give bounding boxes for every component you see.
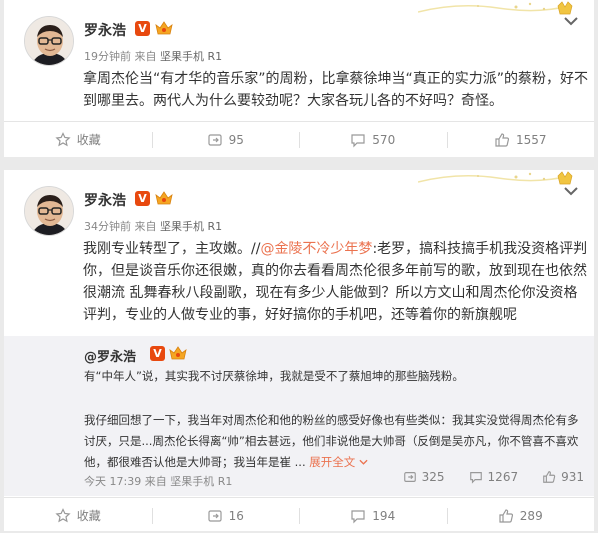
verified-badge-icon: V (135, 191, 150, 206)
post-source[interactable]: 坚果手机 R1 (160, 50, 222, 63)
repost-repost-button[interactable]: 325 (403, 470, 445, 484)
from-label: 来自 (134, 220, 157, 233)
post-meta: 19分钟前 来自 坚果手机 R1 (84, 48, 222, 64)
from-label: 来自 (134, 50, 157, 63)
thumbs-up-icon (499, 508, 513, 523)
post-text-lead: 我刚专业转型了，主攻嫩。// (83, 241, 261, 257)
username[interactable]: 罗永浩 (84, 190, 126, 210)
festive-decoration-icon (418, 1, 573, 15)
vip-crown-icon (155, 21, 173, 35)
like-button[interactable]: 1557 (446, 122, 595, 157)
repost-paragraph-1: 有“中年人”说，其实我不讨厌蔡徐坤，我就是受不了蔡旭坤的那些脑残粉。 (84, 369, 464, 383)
post-source[interactable]: 坚果手机 R1 (160, 220, 222, 233)
action-bar: 收藏 95 570 1557 (4, 121, 594, 157)
repost-icon (208, 133, 222, 146)
chevron-down-icon (359, 459, 368, 465)
post-text: 我刚专业转型了，主攻嫩。//@金陵不冷少年梦:老罗，搞科技搞手机我没资格评判你，… (83, 238, 588, 326)
post-time[interactable]: 34分钟前 (84, 220, 131, 233)
like-count: 289 (519, 508, 543, 523)
comment-button[interactable]: 570 (299, 122, 447, 157)
vip-crown-icon (155, 191, 173, 205)
post-text: 拿周杰伦当“有才华的音乐家”的周粉，比拿蔡徐坤当“真正的实力派”的蔡粉，好不到哪… (83, 71, 589, 109)
thumbs-up-icon (543, 471, 556, 483)
repost-paragraph-2: 我仔细回想了一下，我当年对周杰伦和他的粉丝的感受好像也有些类似：我其实没觉得周杰… (84, 410, 586, 473)
expand-full-text-link[interactable]: 展开全文 (309, 455, 368, 469)
like-count: 1557 (515, 132, 547, 147)
repost-count: 16 (228, 508, 244, 523)
avatar[interactable] (24, 16, 74, 66)
comment-count: 194 (372, 508, 396, 523)
chevron-down-icon[interactable] (564, 186, 578, 196)
reposted-content[interactable]: @罗永浩 V 有“中年人”说，其实我不讨厌蔡徐坤，我就是受不了蔡旭坤的那些脑残粉… (4, 336, 594, 496)
comment-button[interactable]: 194 (299, 498, 447, 533)
repost-like-button[interactable]: 931 (542, 470, 584, 484)
comment-count: 1267 (487, 470, 519, 484)
star-icon (55, 507, 71, 522)
repost-author[interactable]: @罗永浩 (84, 346, 136, 365)
expand-label: 展开全文 (309, 455, 356, 469)
repost-time[interactable]: 今天 17:39 (84, 475, 141, 488)
username[interactable]: 罗永浩 (84, 20, 126, 40)
comment-count: 570 (372, 132, 396, 147)
repost-icon (403, 472, 416, 482)
comment-icon (351, 133, 365, 147)
chevron-down-icon[interactable] (564, 16, 578, 26)
vip-crown-icon (169, 346, 187, 360)
verified-badge-icon: V (135, 21, 150, 36)
verified-badge-icon: V (150, 346, 165, 361)
repost-count: 325 (421, 470, 445, 484)
thumbs-up-icon (495, 132, 510, 147)
avatar[interactable] (24, 186, 74, 236)
repost-icon (208, 509, 222, 522)
festive-decoration-icon (418, 171, 573, 185)
comment-icon (351, 509, 365, 523)
weibo-post-1: 罗永浩 V 19分钟前 来自 坚果手机 R1 拿周杰伦当“有才华的音乐家”的周粉… (4, 0, 594, 157)
favorite-button[interactable]: 收藏 (4, 122, 152, 157)
repost-count: 95 (228, 132, 244, 147)
repost-button[interactable]: 16 (151, 498, 300, 533)
repost-source[interactable]: 坚果手机 R1 (170, 475, 232, 488)
repost-comment-button[interactable]: 1267 (469, 470, 519, 484)
favorite-label: 收藏 (76, 133, 101, 147)
post-time[interactable]: 19分钟前 (84, 50, 131, 63)
repost-meta: 今天 17:39 来自 坚果手机 R1 (84, 473, 232, 489)
repost-stats: 325 1267 931 (403, 470, 584, 484)
like-button[interactable]: 289 (446, 498, 595, 533)
avatar-portrait-icon (25, 17, 73, 65)
repost-button[interactable]: 95 (151, 122, 300, 157)
post-meta: 34分钟前 来自 坚果手机 R1 (84, 218, 222, 234)
star-icon (55, 131, 71, 146)
avatar-portrait-icon (25, 187, 73, 235)
action-bar: 收藏 16 194 289 (4, 497, 594, 533)
comment-icon (469, 472, 482, 484)
from-label: 来自 (144, 475, 167, 488)
like-count: 931 (561, 470, 584, 484)
weibo-post-2: 罗永浩 V 34分钟前 来自 坚果手机 R1 我刚专业转型了，主攻嫩。//@金陵… (4, 170, 594, 531)
favorite-button[interactable]: 收藏 (4, 498, 152, 533)
mention-link[interactable]: @金陵不冷少年梦 (260, 241, 372, 257)
favorite-label: 收藏 (76, 509, 101, 523)
